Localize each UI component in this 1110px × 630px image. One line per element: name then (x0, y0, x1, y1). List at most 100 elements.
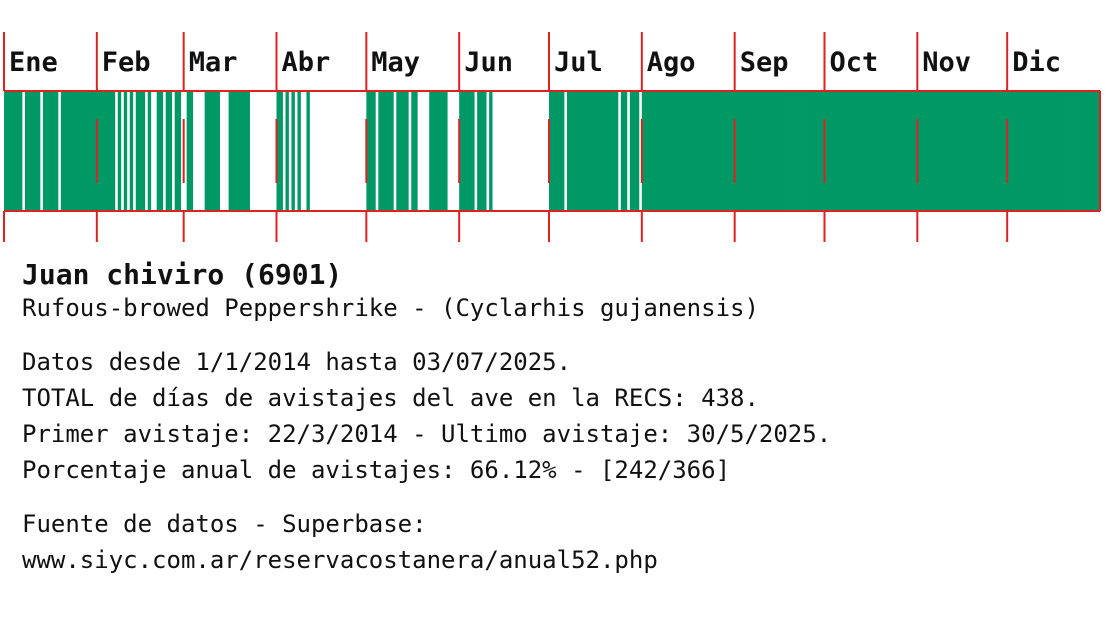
day-bar-may-9 (390, 91, 394, 211)
day-bar-oct-13 (860, 91, 864, 211)
day-bar-may-23 (432, 91, 436, 211)
day-bar-mar-21 (243, 91, 247, 211)
day-bar-oct-19 (878, 91, 882, 211)
day-bar-dic-29 (1091, 91, 1095, 211)
day-bar-oct-29 (908, 91, 912, 211)
day-bar-sep-13 (770, 91, 774, 211)
day-bar-sep-11 (764, 91, 768, 211)
day-bar-ago-27 (719, 91, 724, 211)
day-bar-ago-5 (653, 91, 658, 211)
day-bar-dic-16 (1052, 91, 1056, 211)
day-bar-jul-3 (554, 91, 559, 211)
day-bar-ene-8 (24, 91, 29, 211)
day-bar-ago-23 (707, 91, 712, 211)
day-bar-oct-11 (854, 91, 858, 211)
day-bar-dic-6 (1022, 91, 1026, 211)
day-bar-sep-3 (740, 91, 745, 211)
day-bar-nov-9 (941, 91, 945, 211)
day-bar-ene-17 (51, 91, 56, 211)
day-bar-may-8 (387, 91, 391, 211)
day-bar-ene-10 (30, 91, 35, 211)
day-bar-jun-2 (462, 91, 466, 211)
day-bar-jul-17 (596, 91, 601, 211)
day-bar-abr-11 (306, 91, 310, 211)
day-bar-ago-9 (665, 91, 670, 211)
day-bar-may-13 (402, 91, 406, 211)
day-bar-feb-16 (141, 91, 146, 211)
source-url: www.siyc.com.ar/reservacostanera/anual52… (22, 546, 658, 574)
day-bar-mar-12 (216, 91, 220, 211)
day-bar-sep-10 (761, 91, 766, 211)
day-bar-ene-22 (66, 91, 71, 211)
day-bar-oct-18 (875, 91, 879, 211)
day-bar-may-7 (384, 91, 388, 211)
day-bar-may-6 (381, 91, 385, 211)
day-bar-may-14 (405, 91, 409, 211)
day-bar-sep-2 (737, 91, 742, 211)
day-bar-dic-13 (1043, 91, 1047, 211)
day-bar-oct-9 (848, 91, 852, 211)
day-bar-ene-15 (45, 91, 50, 211)
day-bar-oct-21 (884, 91, 888, 211)
day-bar-feb-12 (129, 91, 134, 211)
day-bar-mar-10 (210, 91, 215, 211)
day-bar-dic-12 (1040, 91, 1044, 211)
day-bar-dic-21 (1067, 91, 1071, 211)
day-bar-jul-15 (590, 91, 595, 211)
day-bar-jun-8 (480, 91, 484, 211)
day-bar-sep-8 (755, 91, 760, 211)
day-bar-oct-3 (830, 91, 834, 211)
day-bar-jul-19 (602, 91, 607, 211)
day-bar-nov-7 (935, 91, 939, 211)
day-bar-ene-28 (84, 91, 89, 211)
month-label-sep: Sep (740, 47, 789, 78)
day-bar-oct-28 (905, 91, 909, 211)
day-bar-may-25 (438, 91, 442, 211)
month-label-oct: Oct (830, 47, 879, 78)
month-labels: Ene Feb Mar Abr May Jun Jul Ago Sep Oct Nov Dic (9, 47, 1061, 78)
day-bar-oct-25 (896, 91, 900, 211)
day-bar-dic-18 (1058, 91, 1062, 211)
day-bar-feb-5 (108, 91, 113, 211)
day-bar-jul-22 (611, 91, 616, 211)
day-bar-feb-27 (174, 91, 179, 211)
day-bar-oct-5 (836, 91, 840, 211)
day-bar-mar-17 (231, 91, 235, 211)
day-bar-oct-26 (899, 91, 903, 211)
day-bar-dic-7 (1025, 91, 1029, 211)
day-bar-jul-5 (560, 91, 565, 211)
day-bar-oct-24 (893, 91, 897, 211)
day-bar-ene-25 (75, 91, 80, 211)
day-bar-mar-9 (207, 91, 212, 211)
day-bar-oct-30 (911, 91, 915, 211)
day-bar-nov-17 (965, 91, 969, 211)
day-bar-may-24 (435, 91, 439, 211)
day-bar-mar-16 (228, 91, 232, 211)
day-bar-sep-21 (794, 91, 798, 211)
day-bar-feb-28 (177, 91, 182, 211)
day-bar-dic-27 (1085, 91, 1089, 211)
day-bar-dic-17 (1055, 91, 1059, 211)
day-bar-ago-13 (677, 91, 682, 211)
species-scientific-line: Rufous-browed Peppershrike - (Cyclarhis … (22, 294, 759, 322)
day-bar-ene-14 (42, 91, 47, 211)
day-bar-nov-10 (944, 91, 948, 211)
day-bar-jul-25 (620, 91, 625, 211)
day-bar-feb-6 (111, 91, 116, 211)
sighting-bars (4, 91, 1101, 211)
month-label-dic: Dic (1012, 47, 1061, 78)
day-bar-ene-11 (33, 91, 38, 211)
day-bar-mar-18 (234, 91, 238, 211)
day-bar-ene-2 (6, 91, 11, 211)
day-bar-jun-7 (477, 91, 481, 211)
day-bar-ene-16 (48, 91, 53, 211)
day-bar-ago-16 (686, 91, 691, 211)
day-bar-feb-8 (117, 91, 122, 211)
day-bar-ago-26 (716, 91, 721, 211)
day-bar-dic-2 (1010, 91, 1014, 211)
total-days-text: TOTAL de días de avistajes del ave en la… (22, 384, 759, 412)
day-bar-oct-22 (887, 91, 891, 211)
day-bar-oct-16 (869, 91, 873, 211)
day-bar-abr-6 (291, 91, 295, 211)
day-bar-oct-23 (890, 91, 894, 211)
